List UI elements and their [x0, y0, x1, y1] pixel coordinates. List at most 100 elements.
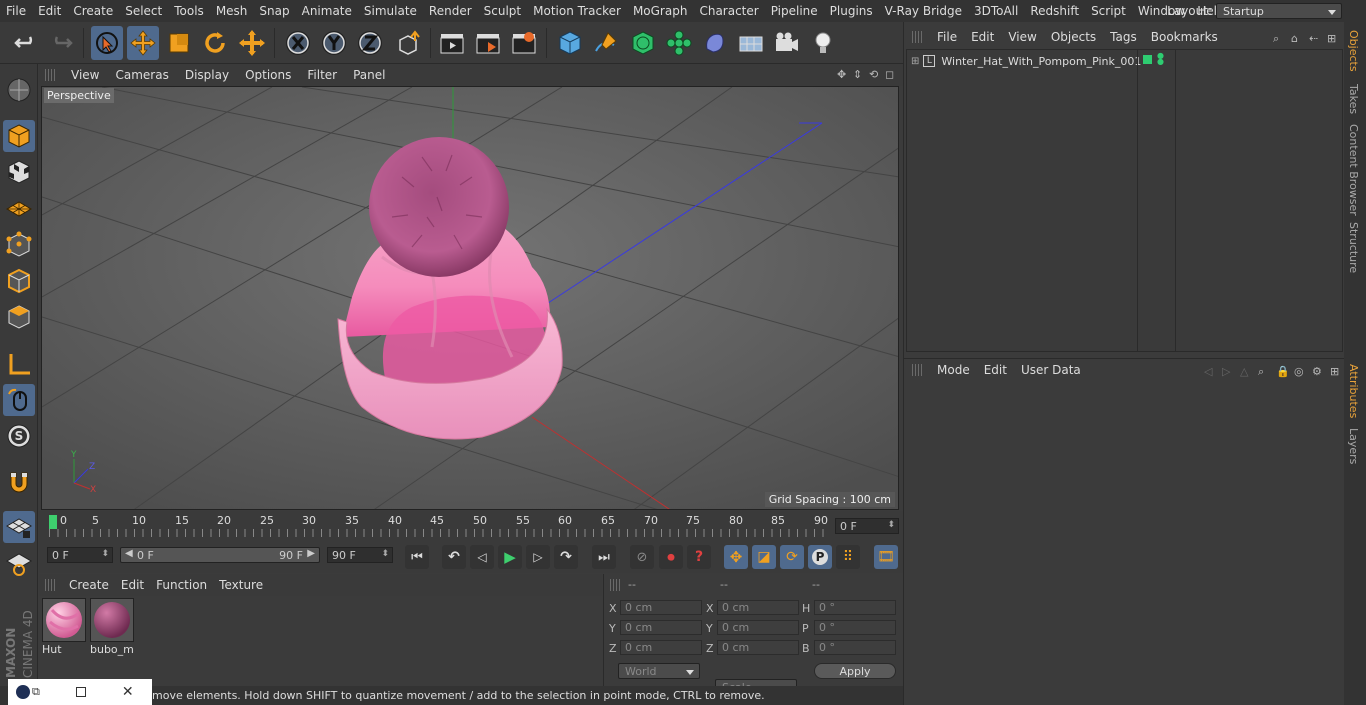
- x-axis-lock-button[interactable]: [282, 26, 314, 60]
- scale-tool-button[interactable]: [163, 26, 195, 60]
- add-spline-button[interactable]: [590, 26, 622, 60]
- restore-window-icon[interactable]: ⧉: [32, 685, 40, 699]
- tab-layers[interactable]: Layers: [1347, 428, 1360, 464]
- add-light-button[interactable]: [807, 26, 839, 60]
- range-left-arrow-icon[interactable]: ◀: [125, 548, 133, 559]
- add-camera-button[interactable]: [771, 26, 803, 60]
- render-view-button[interactable]: [436, 26, 468, 60]
- tab-structure[interactable]: Structure: [1347, 222, 1360, 273]
- next-key-button[interactable]: ↷: [554, 545, 578, 569]
- polygons-mode-button[interactable]: [3, 301, 35, 333]
- enable-axis-button[interactable]: [3, 349, 35, 381]
- timeline-window-button[interactable]: 🎞: [874, 545, 898, 569]
- render-to-picture-viewer-button[interactable]: [472, 26, 504, 60]
- key-pla-button[interactable]: ⠿: [836, 545, 860, 569]
- menu-character[interactable]: Character: [693, 4, 764, 18]
- key-parameter-button[interactable]: P: [808, 545, 832, 569]
- key-rotation-button[interactable]: ⟳: [780, 545, 804, 569]
- viewport-menu-options[interactable]: Options: [237, 68, 299, 82]
- start-frame-field[interactable]: 0 F: [47, 547, 113, 563]
- solo-mode-button[interactable]: S: [3, 420, 35, 452]
- menu-simulate[interactable]: Simulate: [358, 4, 423, 18]
- current-frame-field[interactable]: 0 F: [835, 518, 899, 534]
- keyframe-selection-button[interactable]: ?: [687, 545, 711, 569]
- menu-pipeline[interactable]: Pipeline: [765, 4, 824, 18]
- z-axis-lock-button[interactable]: [354, 26, 386, 60]
- snapping-button[interactable]: [3, 467, 35, 499]
- material-menu-edit[interactable]: Edit: [115, 578, 150, 592]
- material-menu-create[interactable]: Create: [63, 578, 115, 592]
- menu-select[interactable]: Select: [119, 4, 168, 18]
- lock-icon[interactable]: 🔒: [1276, 365, 1290, 378]
- tab-attributes[interactable]: Attributes: [1347, 364, 1360, 418]
- material-menu-texture[interactable]: Texture: [213, 578, 269, 592]
- tab-content-browser[interactable]: Content Browser: [1347, 124, 1360, 216]
- coordinate-system-button[interactable]: [393, 26, 425, 60]
- object-row[interactable]: ⊞ L Winter_Hat_With_Pompom_Pink_001: [907, 52, 1344, 70]
- viewport-menu-display[interactable]: Display: [177, 68, 237, 82]
- attribute-menu-user-data[interactable]: User Data: [1014, 363, 1088, 377]
- menu-mesh[interactable]: Mesh: [210, 4, 254, 18]
- search-icon[interactable]: ⌕: [1273, 32, 1285, 45]
- rotate-tool-button[interactable]: [199, 26, 231, 60]
- target-icon[interactable]: ◎: [1294, 365, 1306, 378]
- visibility-tag-icon[interactable]: [1143, 55, 1152, 64]
- undo-button[interactable]: [10, 26, 42, 60]
- apply-button[interactable]: Apply: [814, 663, 896, 679]
- menu-3dtoall[interactable]: 3DToAll: [968, 4, 1024, 18]
- search-icon[interactable]: ⌕: [1258, 365, 1270, 378]
- workplane-align-button[interactable]: [3, 548, 35, 580]
- key-scale-button[interactable]: ◪: [752, 545, 776, 569]
- viewport-menu-view[interactable]: View: [63, 68, 107, 82]
- navigate-icon[interactable]: ⇠: [1309, 32, 1321, 45]
- viewport-menu-cameras[interactable]: Cameras: [107, 68, 176, 82]
- texture-mode-button[interactable]: [3, 156, 35, 188]
- edges-mode-button[interactable]: [3, 265, 35, 297]
- material-swatch[interactable]: bubo_m: [90, 598, 134, 656]
- material-swatch[interactable]: Hut: [42, 598, 86, 656]
- up-arrow-icon[interactable]: △: [1240, 365, 1252, 378]
- panel-grip[interactable]: [45, 69, 55, 81]
- maximize-window-icon[interactable]: [75, 687, 86, 697]
- redo-button[interactable]: [45, 26, 77, 60]
- tab-takes[interactable]: Takes: [1347, 84, 1360, 114]
- range-right-arrow-icon[interactable]: ▶: [307, 548, 315, 559]
- home-icon[interactable]: ⌂: [1291, 32, 1303, 45]
- render-dots-icon[interactable]: ● ●: [1157, 52, 1164, 66]
- add-cube-button[interactable]: [554, 26, 586, 60]
- render-settings-button[interactable]: [508, 26, 540, 60]
- expand-icon[interactable]: ⊞: [911, 56, 919, 67]
- back-arrow-icon[interactable]: ◁: [1204, 365, 1216, 378]
- points-mode-button[interactable]: [3, 229, 35, 261]
- move-tool-button[interactable]: [127, 26, 159, 60]
- object-menu-view[interactable]: View: [1001, 30, 1043, 44]
- object-menu-bookmarks[interactable]: Bookmarks: [1144, 30, 1225, 44]
- panel-grip[interactable]: [912, 363, 922, 376]
- pan-view-icon[interactable]: ✥: [837, 68, 849, 81]
- maximize-view-icon[interactable]: ◻: [885, 68, 897, 81]
- material-menu-function[interactable]: Function: [150, 578, 213, 592]
- previous-frame-button[interactable]: ◁: [470, 545, 494, 569]
- layout-dropdown[interactable]: Startup: [1216, 3, 1342, 19]
- y-axis-lock-button[interactable]: [318, 26, 350, 60]
- autokey-button[interactable]: ⏺: [659, 545, 683, 569]
- tweak-mode-button[interactable]: [3, 384, 35, 416]
- add-environment-button[interactable]: [735, 26, 767, 60]
- object-menu-objects[interactable]: Objects: [1044, 30, 1103, 44]
- settings-icon[interactable]: ⚙: [1312, 365, 1324, 378]
- viewport-menu-panel[interactable]: Panel: [345, 68, 393, 82]
- size-x-field[interactable]: 0 cm: [717, 600, 799, 615]
- workplane-mode-button[interactable]: [3, 192, 35, 224]
- timeline-playhead[interactable]: [49, 515, 57, 529]
- menu-edit[interactable]: Edit: [32, 4, 67, 18]
- menu-motion-tracker[interactable]: Motion Tracker: [527, 4, 627, 18]
- add-mograph-button[interactable]: [663, 26, 695, 60]
- menu-tools[interactable]: Tools: [168, 4, 210, 18]
- workplane-lock-button[interactable]: [3, 511, 35, 543]
- go-to-end-button[interactable]: ⏭: [592, 545, 616, 569]
- panel-grip[interactable]: [610, 579, 620, 591]
- timeline-ruler[interactable]: 0 5 10 15 20 25 30 35 40 45 50 55 60 65 …: [39, 511, 903, 539]
- frame-range-slider[interactable]: ◀ 0 F 90 F ▶: [120, 547, 320, 563]
- attribute-menu-mode[interactable]: Mode: [930, 363, 977, 377]
- menu-plugins[interactable]: Plugins: [824, 4, 879, 18]
